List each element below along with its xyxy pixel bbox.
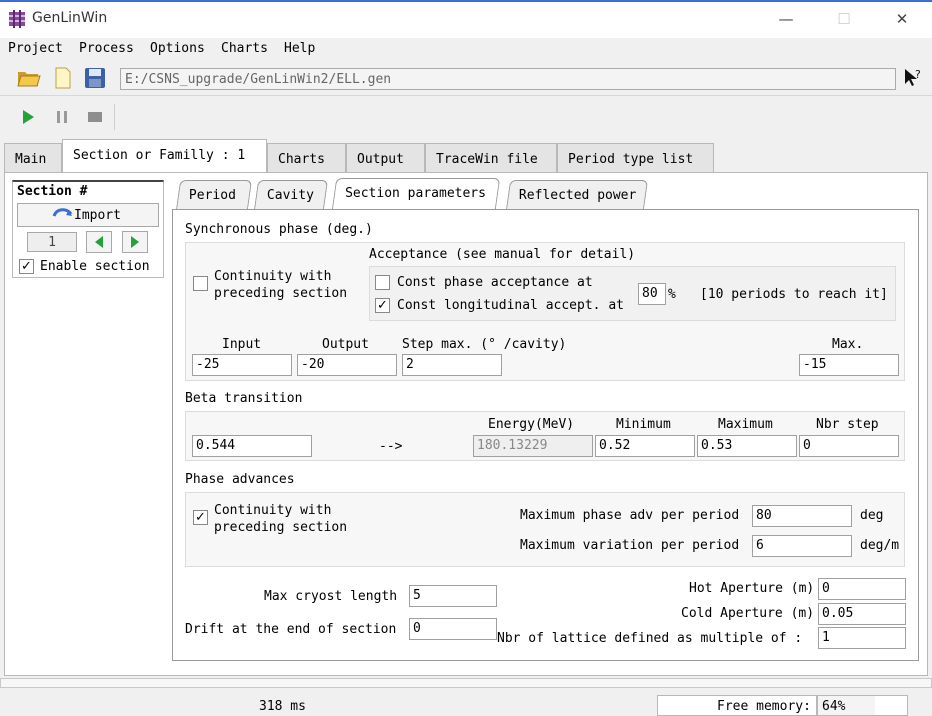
drift-label: Drift at the end of section [185, 622, 397, 637]
menu-charts[interactable]: Charts [221, 41, 268, 56]
lattice-multiple-label: Nbr of lattice defined as multiple of : [497, 631, 803, 646]
check-icon: ✓ [195, 510, 206, 525]
max-phase-field[interactable]: -15 [799, 354, 899, 376]
beta-max-field[interactable]: 0.53 [697, 435, 797, 457]
tab-charts[interactable]: Charts [267, 143, 346, 173]
cryost-length-field[interactable]: 5 [409, 585, 497, 607]
arrow-left-icon [93, 235, 105, 249]
maximize-button[interactable]: ☐ [829, 6, 859, 32]
percent-sign: % [668, 287, 676, 302]
tab-main[interactable]: Main [4, 143, 62, 173]
max-phase-adv-unit: deg [860, 508, 884, 523]
minimum-label: Minimum [616, 417, 671, 432]
hot-aperture-field[interactable]: 0 [818, 578, 906, 600]
menu-options[interactable]: Options [150, 41, 205, 56]
beta-min-field[interactable]: 0.52 [595, 435, 695, 457]
beta-nbr-step-field[interactable]: 0 [799, 435, 899, 457]
beta-title: Beta transition [185, 391, 303, 406]
sync-continuity-checkbox[interactable] [193, 276, 208, 291]
section-title: Section # [17, 184, 88, 199]
cryost-length-label: Max cryost length [264, 589, 398, 604]
phase-adv-title: Phase advances [185, 472, 295, 487]
minimize-button[interactable]: — [771, 6, 801, 32]
stop-icon[interactable] [86, 109, 104, 125]
beta-value-field[interactable]: 0.544 [192, 435, 312, 457]
energy-label: Energy(MeV) [488, 417, 575, 432]
enable-section-checkbox[interactable]: ✓ [19, 259, 34, 274]
energy-field: 180.13229 [473, 435, 593, 457]
drift-field[interactable]: 0 [409, 618, 497, 640]
sync-phase-title: Synchronous phase (deg.) [185, 222, 373, 237]
output-phase-field[interactable]: -20 [297, 354, 397, 376]
cold-aperture-label: Cold Aperture (m) [681, 606, 815, 621]
run-toolbar [0, 100, 932, 134]
input-phase-label: Input [222, 337, 262, 352]
new-file-icon[interactable] [54, 66, 72, 90]
phase-continuity-label: Continuity with preceding section [214, 503, 348, 535]
input-phase-field[interactable]: -25 [192, 354, 292, 376]
toolbar-divider [114, 104, 115, 130]
app-icon [8, 10, 26, 28]
svg-text:?: ? [915, 68, 921, 81]
menu-help[interactable]: Help [284, 41, 315, 56]
beta-arrow: --> [379, 439, 403, 454]
import-icon [52, 206, 74, 224]
section-number: 1 [27, 232, 77, 252]
window-title: GenLinWin [32, 10, 108, 26]
menu-project[interactable]: Project [8, 41, 63, 56]
sync-continuity-label: Continuity with preceding section [214, 269, 348, 301]
hot-aperture-label: Hot Aperture (m) [689, 581, 815, 596]
step-max-field[interactable]: 2 [402, 354, 502, 376]
max-variation-unit: deg/m [860, 538, 900, 553]
subtab-period[interactable]: Period [175, 180, 253, 210]
phase-continuity-checkbox[interactable]: ✓ [193, 510, 208, 525]
free-memory-value: 64% [822, 699, 846, 714]
progress-bar [0, 678, 932, 688]
cold-aperture-field[interactable]: 0.05 [818, 603, 906, 625]
max-phase-label: Max. [832, 337, 864, 352]
tab-period-type[interactable]: Period type list [557, 143, 714, 173]
tab-output[interactable]: Output [346, 143, 425, 173]
max-phase-adv-field[interactable]: 80 [752, 505, 852, 527]
acceptance-percent-input[interactable]: 80 [638, 283, 666, 305]
lattice-multiple-field[interactable]: 1 [818, 627, 906, 649]
import-label: Import [74, 208, 121, 223]
play-icon[interactable] [20, 108, 36, 126]
enable-section-label: Enable section [40, 259, 150, 274]
acceptance-title: Acceptance (see manual for detail) [369, 247, 636, 262]
elapsed-time: 318 ms [259, 699, 306, 714]
const-long-checkbox[interactable]: ✓ [375, 298, 390, 313]
step-max-label: Step max. (° /cavity) [402, 337, 567, 352]
output-phase-label: Output [322, 337, 369, 352]
tab-tracewin[interactable]: TraceWin file [425, 143, 557, 173]
max-phase-adv-label: Maximum phase adv per period [520, 508, 740, 523]
max-variation-label: Maximum variation per period [520, 538, 740, 553]
nbr-step-label: Nbr step [816, 417, 879, 432]
check-icon: ✓ [377, 298, 388, 313]
const-long-label: Const longitudinal accept. at [397, 298, 624, 313]
close-button[interactable]: ✕ [887, 6, 917, 32]
maximum-label: Maximum [718, 417, 773, 432]
tab-section[interactable]: Section or Familly : 1 [62, 139, 267, 173]
menu-process[interactable]: Process [79, 41, 134, 56]
pause-icon[interactable] [54, 109, 70, 125]
arrow-right-icon [129, 235, 141, 249]
save-icon[interactable] [83, 66, 107, 90]
free-memory-label: Free memory: [717, 699, 811, 714]
const-phase-checkbox[interactable] [375, 275, 390, 290]
subtab-cavity[interactable]: Cavity [253, 180, 329, 210]
check-icon: ✓ [21, 259, 32, 274]
menu-bar [0, 38, 932, 60]
subtab-reflected-power[interactable]: Reflected power [505, 180, 649, 210]
help-cursor-icon[interactable]: ? [902, 66, 924, 90]
periods-note: [10 periods to reach it] [700, 287, 888, 302]
max-variation-field[interactable]: 6 [752, 535, 852, 557]
open-folder-icon[interactable] [16, 66, 42, 90]
subtab-section-parameters[interactable]: Section parameters [331, 178, 501, 210]
const-phase-label: Const phase acceptance at [397, 275, 593, 290]
project-path-field[interactable]: E:/CSNS_upgrade/GenLinWin2/ELL.gen [120, 68, 896, 90]
